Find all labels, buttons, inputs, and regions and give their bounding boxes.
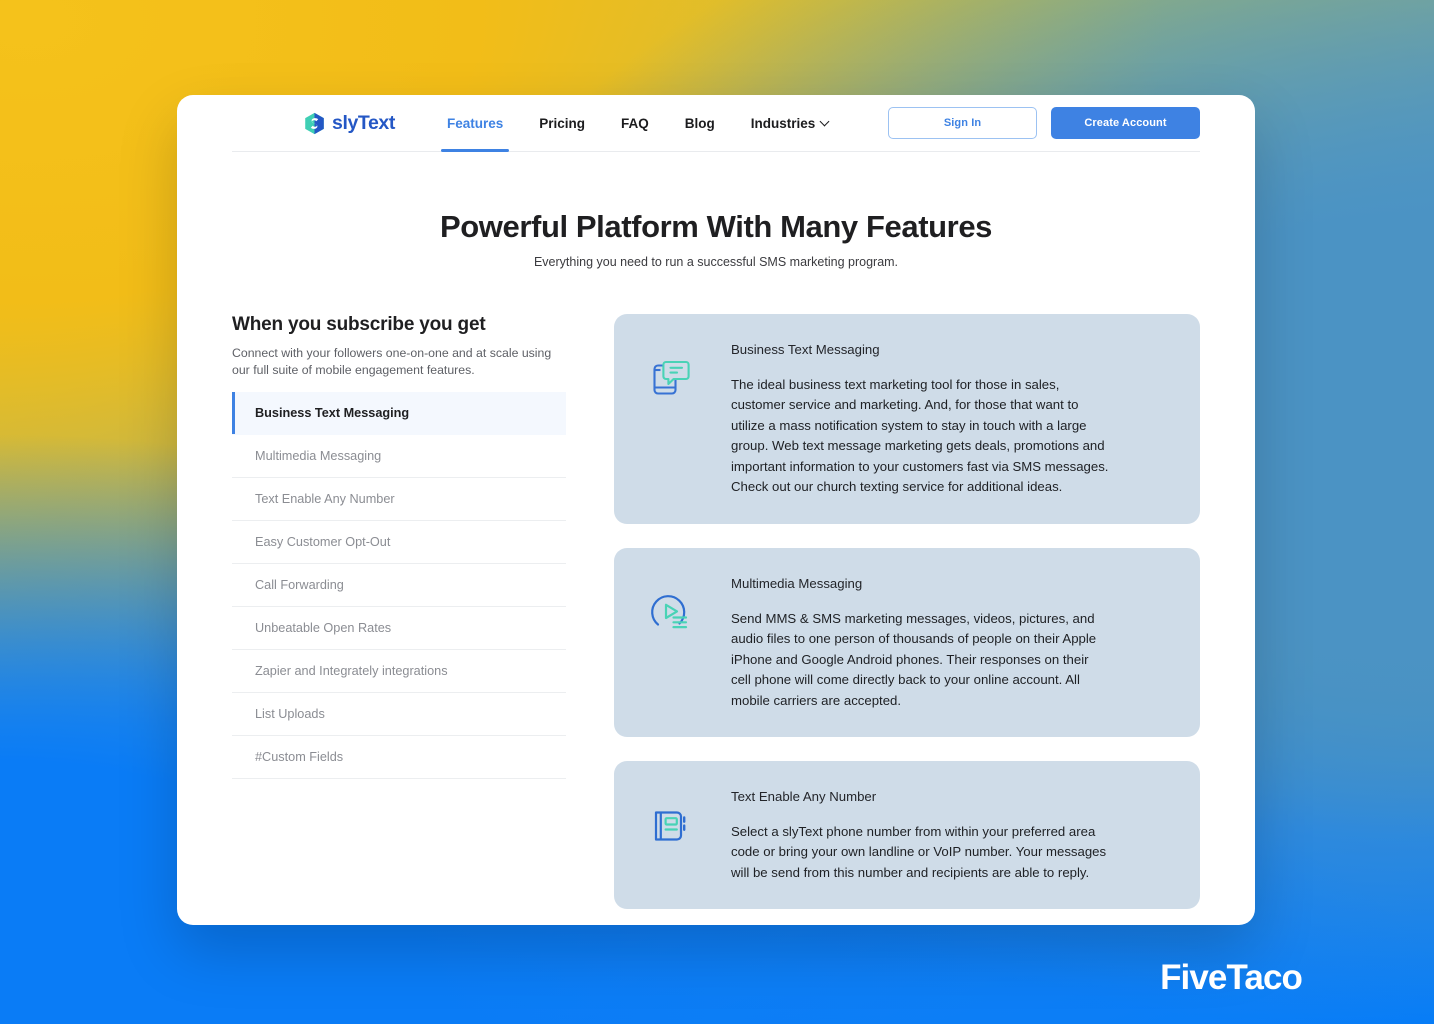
site-logo[interactable]: slyText bbox=[304, 112, 395, 135]
content-area: When you subscribe you get Connect with … bbox=[177, 314, 1255, 925]
fivetaco-watermark: FiveTaco bbox=[1160, 958, 1303, 997]
nav-link-industries[interactable]: Industries bbox=[733, 95, 847, 151]
nav-links: Features Pricing FAQ Blog Industries bbox=[429, 95, 847, 152]
feature-card-multimedia-messaging: Multimedia Messaging Send MMS & SMS mark… bbox=[614, 547, 1200, 737]
feature-cards: Business Text Messaging The ideal busine… bbox=[614, 314, 1200, 925]
nav-link-industries-label: Industries bbox=[750, 115, 816, 131]
nav-link-features[interactable]: Features bbox=[429, 95, 521, 152]
sidebar-item-custom-fields[interactable]: #Custom Fields bbox=[232, 736, 566, 779]
sidebar-item-label: Unbeatable Open Rates bbox=[255, 620, 392, 635]
sidebar-item-text-enable-any-number[interactable]: Text Enable Any Number bbox=[232, 478, 566, 521]
nav-actions: Sign In Create Account bbox=[888, 107, 1200, 139]
sidebar-lede: Connect with your followers one-on-one a… bbox=[232, 346, 552, 378]
top-navigation-bar: slyText Features Pricing FAQ Blog Indust… bbox=[232, 95, 1200, 152]
sidebar-item-label: Multimedia Messaging bbox=[255, 448, 382, 463]
hero-section: Powerful Platform With Many Features Eve… bbox=[177, 152, 1255, 269]
sidebar-item-label: Easy Customer Opt-Out bbox=[255, 534, 391, 549]
card-text: The ideal business text marketing tool f… bbox=[731, 377, 1109, 495]
nav-link-pricing[interactable]: Pricing bbox=[521, 95, 603, 151]
sign-in-button[interactable]: Sign In bbox=[888, 107, 1037, 139]
sidebar-item-list-uploads[interactable]: List Uploads bbox=[232, 693, 566, 736]
sidebar-item-label: Call Forwarding bbox=[255, 577, 344, 592]
page-subtitle: Everything you need to run a successful … bbox=[533, 255, 899, 269]
sidebar-heading: When you subscribe you get bbox=[232, 314, 486, 335]
page-panel: slyText Features Pricing FAQ Blog Indust… bbox=[177, 95, 1255, 925]
notebook-icon bbox=[648, 787, 731, 883]
sidebar-item-business-text-messaging[interactable]: Business Text Messaging bbox=[232, 391, 566, 435]
slytext-hexagon-logo-icon bbox=[304, 112, 325, 135]
sidebar-item-zapier-integrately-integrations[interactable]: Zapier and Integrately integrations bbox=[232, 650, 566, 693]
card-title: Business Text Messaging bbox=[731, 342, 880, 357]
sidebar-item-label: Zapier and Integrately integrations bbox=[255, 663, 448, 678]
sidebar-item-unbeatable-open-rates[interactable]: Unbeatable Open Rates bbox=[232, 607, 566, 650]
card-title: Text Enable Any Number bbox=[731, 788, 877, 804]
nav-link-pricing-label: Pricing bbox=[539, 115, 586, 131]
sidebar-item-label: Text Enable Any Number bbox=[255, 491, 395, 506]
media-play-icon bbox=[648, 574, 731, 711]
card-title: Multimedia Messaging bbox=[731, 575, 863, 591]
page-title: Powerful Platform With Many Features bbox=[439, 209, 993, 244]
sidebar-item-label: #Custom Fields bbox=[255, 749, 344, 764]
sidebar-item-label: List Uploads bbox=[255, 706, 325, 721]
sidebar-item-label: Business Text Messaging bbox=[255, 405, 410, 420]
card-text: Send MMS & SMS marketing messages, video… bbox=[731, 610, 1097, 708]
nav-link-faq-label: FAQ bbox=[621, 115, 649, 131]
create-account-button[interactable]: Create Account bbox=[1051, 107, 1200, 139]
sidebar-item-multimedia-messaging[interactable]: Multimedia Messaging bbox=[232, 435, 566, 478]
feature-sidebar: When you subscribe you get Connect with … bbox=[232, 314, 566, 925]
sidebar-item-call-forwarding[interactable]: Call Forwarding bbox=[232, 564, 566, 607]
feature-card-business-text-messaging: Business Text Messaging The ideal busine… bbox=[614, 314, 1200, 524]
nav-link-features-label: Features bbox=[446, 115, 504, 131]
nav-link-blog[interactable]: Blog bbox=[667, 95, 733, 151]
nav-link-blog-label: Blog bbox=[684, 115, 715, 131]
card-text: Select a slyText phone number from withi… bbox=[731, 823, 1107, 880]
nav-link-faq[interactable]: FAQ bbox=[603, 95, 667, 151]
chevron-down-icon bbox=[819, 116, 830, 126]
logo-wordmark: slyText bbox=[332, 111, 395, 134]
phone-chat-icon bbox=[648, 340, 731, 498]
feature-list: Business Text Messaging Multimedia Messa… bbox=[232, 391, 566, 779]
sidebar-item-easy-customer-opt-out[interactable]: Easy Customer Opt-Out bbox=[232, 521, 566, 564]
feature-card-text-enable-any-number: Text Enable Any Number Select a slyText … bbox=[614, 760, 1200, 910]
